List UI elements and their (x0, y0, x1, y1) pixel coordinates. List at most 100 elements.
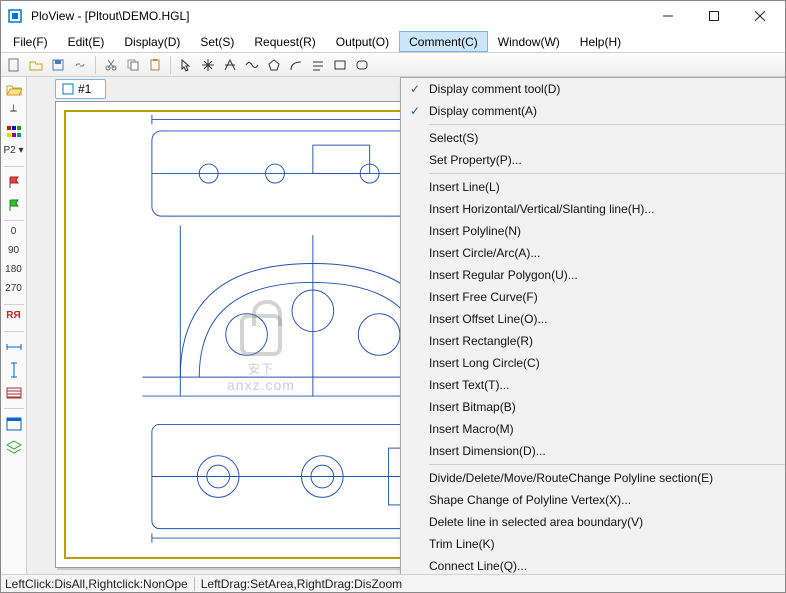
pentagon-icon[interactable] (265, 56, 283, 74)
menu-item-label: Insert Macro(M) (429, 422, 514, 436)
wave-icon[interactable] (243, 56, 261, 74)
menu-item-label: Insert Dimension(D)... (429, 444, 546, 458)
menu-set[interactable]: Set(S) (190, 31, 244, 52)
app-icon (7, 8, 23, 24)
link-icon[interactable] (71, 56, 89, 74)
menu-item[interactable]: Insert Horizontal/Vertical/Slanting line… (401, 198, 785, 220)
flag-red-icon[interactable] (4, 172, 24, 192)
new-icon[interactable] (5, 56, 23, 74)
ruler-label: ⟂ (10, 103, 17, 119)
cut-icon[interactable] (102, 56, 120, 74)
statusbar: LeftClick:DisAll,Rightclick:NonOpe LeftD… (1, 574, 785, 592)
menu-output[interactable]: Output(O) (326, 31, 399, 52)
menu-item[interactable]: Insert Dimension(D)... (401, 440, 785, 462)
menu-item[interactable]: Shape Change of Polyline Vertex(X)... (401, 489, 785, 511)
rot-0[interactable]: 0 (11, 226, 17, 242)
menu-item[interactable]: Trim Line(K) (401, 533, 785, 555)
dim-h-icon[interactable] (4, 337, 24, 357)
paste-icon[interactable] (146, 56, 164, 74)
rounded-rect-icon[interactable] (353, 56, 371, 74)
status-right: LeftDrag:SetArea,RightDrag:DisZoom (201, 577, 402, 591)
canvas-area: #1 (27, 77, 785, 574)
menu-item-label: Display comment tool(D) (429, 82, 560, 96)
rot-180[interactable]: 180 (5, 264, 22, 280)
menu-item[interactable]: Insert Offset Line(O)... (401, 308, 785, 330)
menu-item-label: Display comment(A) (429, 104, 537, 118)
rot-90[interactable]: 90 (8, 245, 19, 261)
mirror-label[interactable]: RЯ (6, 310, 20, 326)
offset-icon[interactable] (309, 56, 327, 74)
menu-item-label: Insert Bitmap(B) (429, 400, 516, 414)
minimize-button[interactable] (645, 1, 691, 31)
menu-item-label: Insert Offset Line(O)... (429, 312, 548, 326)
menu-separator (429, 464, 785, 465)
window-buttons (645, 1, 783, 31)
menu-item[interactable]: Set Property(P)... (401, 149, 785, 171)
menu-item-label: Trim Line(K) (429, 537, 495, 551)
menu-window[interactable]: Window(W) (488, 31, 570, 52)
menu-item[interactable]: Insert Free Curve(F) (401, 286, 785, 308)
menu-item[interactable]: Insert Polyline(N) (401, 220, 785, 242)
menu-display[interactable]: Display(D) (114, 31, 190, 52)
menu-item[interactable]: Insert Rectangle(R) (401, 330, 785, 352)
menu-item[interactable]: Divide/Delete/Move/RouteChange Polyline … (401, 467, 785, 489)
menu-item[interactable]: Insert Circle/Arc(A)... (401, 242, 785, 264)
menu-item[interactable]: ✓ Display comment tool(D) (401, 78, 785, 100)
close-button[interactable] (737, 1, 783, 31)
angle-icon[interactable] (221, 56, 239, 74)
menu-separator (429, 124, 785, 125)
save-icon[interactable] (49, 56, 67, 74)
menu-item-label: Connect Line(Q)... (429, 559, 527, 573)
menu-edit[interactable]: Edit(E) (58, 31, 115, 52)
levels-icon[interactable] (4, 122, 24, 142)
rect-icon[interactable] (331, 56, 349, 74)
copy-icon[interactable] (124, 56, 142, 74)
menu-item-label: Insert Rectangle(R) (429, 334, 533, 348)
menu-item[interactable]: Delete line in selected area boundary(V) (401, 511, 785, 533)
menu-item[interactable]: Insert Line(L) (401, 176, 785, 198)
separator (170, 56, 171, 74)
menu-comment[interactable]: Comment(C) (399, 31, 488, 52)
menu-separator (429, 173, 785, 174)
menu-item-label: Shape Change of Polyline Vertex(X)... (429, 493, 631, 507)
menu-item[interactable]: Insert Text(T)... (401, 374, 785, 396)
status-left: LeftClick:DisAll,Rightclick:NonOpe (5, 577, 188, 591)
menu-item[interactable]: Insert Long Circle(C) (401, 352, 785, 374)
document-tab[interactable]: #1 (55, 79, 106, 99)
hatch-icon[interactable] (4, 383, 24, 403)
menu-item[interactable]: Insert Bitmap(B) (401, 396, 785, 418)
separator (95, 56, 96, 74)
menu-item[interactable]: Connect Line(Q)... (401, 555, 785, 574)
window-icon[interactable] (4, 414, 24, 434)
cross-icon[interactable] (199, 56, 217, 74)
menu-request[interactable]: Request(R) (244, 31, 325, 52)
p2-label[interactable]: P2 ▾ (3, 145, 23, 161)
menu-item-label: Insert Line(L) (429, 180, 500, 194)
check-icon: ✓ (407, 104, 423, 118)
titlebar: PloView - [Pltout\DEMO.HGL] (1, 1, 785, 31)
curve-icon[interactable] (287, 56, 305, 74)
rot-270[interactable]: 270 (5, 283, 22, 299)
flag-green-icon[interactable] (4, 195, 24, 215)
open-icon[interactable] (27, 56, 45, 74)
dim-v-icon[interactable] (4, 360, 24, 380)
menu-item[interactable]: Insert Regular Polygon(U)... (401, 264, 785, 286)
menu-item[interactable]: Insert Macro(M) (401, 418, 785, 440)
maximize-button[interactable] (691, 1, 737, 31)
layers-icon[interactable] (4, 437, 24, 457)
doc-tab-icon (62, 83, 74, 95)
menu-file[interactable]: File(F) (3, 31, 58, 52)
menu-item-label: Insert Circle/Arc(A)... (429, 246, 540, 260)
pointer-icon[interactable] (177, 56, 195, 74)
folder-open-icon[interactable] (4, 80, 24, 100)
left-toolbox: ⟂ P2 ▾ 0 90 180 270 RЯ (1, 77, 27, 574)
menu-item-label: Set Property(P)... (429, 153, 522, 167)
check-icon: ✓ (407, 82, 423, 96)
menu-item[interactable]: Select(S) (401, 127, 785, 149)
menu-item-label: Divide/Delete/Move/RouteChange Polyline … (429, 471, 713, 485)
menu-help[interactable]: Help(H) (570, 31, 631, 52)
menu-item-label: Delete line in selected area boundary(V) (429, 515, 643, 529)
menu-item[interactable]: ✓ Display comment(A) (401, 100, 785, 122)
comment-dropdown: ✓ Display comment tool(D) ✓ Display comment… (400, 77, 785, 574)
workspace: ⟂ P2 ▾ 0 90 180 270 RЯ #1 (1, 77, 785, 574)
